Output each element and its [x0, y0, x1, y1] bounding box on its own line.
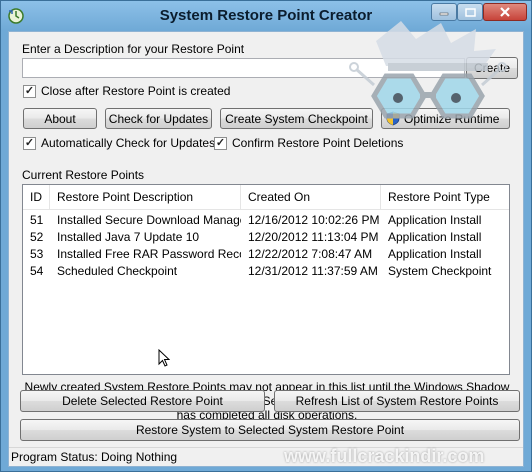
column-header-description[interactable]: Restore Point Description	[50, 185, 241, 210]
table-row[interactable]: 52 Installed Java 7 Update 10 12/20/2012…	[23, 229, 509, 246]
cell-type: Application Install	[388, 213, 482, 227]
list-header: ID Restore Point Description Created On …	[23, 185, 509, 210]
shield-icon	[386, 111, 400, 126]
refresh-list-button[interactable]: Refresh List of System Restore Points	[274, 390, 520, 412]
cell-description: Scheduled Checkpoint	[57, 264, 178, 278]
minimize-button[interactable]	[431, 3, 457, 21]
cell-id: 52	[30, 230, 44, 244]
optimize-runtime-label: Optimize Runtime	[404, 111, 500, 126]
cell-created-on: 12/20/2012 11:13:04 PM	[248, 230, 379, 244]
cell-description: Installed Secure Download Manager	[57, 213, 241, 227]
status-value: Doing Nothing	[101, 450, 178, 464]
close-after-checkbox[interactable]: ✓ Close after Restore Point is created	[23, 84, 230, 98]
table-row[interactable]: 51 Installed Secure Download Manager 12/…	[23, 212, 509, 229]
delete-restore-point-button[interactable]: Delete Selected Restore Point	[20, 390, 265, 412]
cell-id: 54	[30, 264, 44, 278]
cell-type: Application Install	[388, 247, 482, 261]
mouse-cursor-icon	[158, 349, 170, 367]
app-window: System Restore Point Creator Enter a Des…	[0, 0, 532, 472]
minimize-icon	[439, 12, 449, 16]
cell-id: 51	[30, 213, 44, 227]
client-area: Enter a Description for your Restore Poi…	[8, 31, 524, 467]
checkbox-box[interactable]: ✓	[23, 136, 36, 150]
cell-type: Application Install	[388, 230, 482, 244]
create-checkpoint-button[interactable]: Create System Checkpoint	[220, 108, 373, 129]
checkbox-box[interactable]: ✓	[23, 84, 36, 98]
table-row[interactable]: 54 Scheduled Checkpoint 12/31/2012 11:37…	[23, 263, 509, 280]
column-header-id[interactable]: ID	[23, 185, 50, 210]
close-icon	[500, 7, 510, 17]
maximize-button[interactable]	[457, 3, 483, 21]
column-header-type[interactable]: Restore Point Type	[381, 185, 509, 210]
auto-check-updates-checkbox[interactable]: ✓ Automatically Check for Updates	[23, 136, 215, 150]
auto-check-label: Automatically Check for Updates	[41, 136, 216, 150]
create-button[interactable]: Create	[466, 57, 518, 79]
maximize-icon	[464, 7, 476, 17]
checkbox-box[interactable]: ✓	[214, 136, 227, 150]
confirm-deletions-label: Confirm Restore Point Deletions	[232, 136, 404, 150]
restore-points-label: Current Restore Points	[22, 168, 145, 182]
cell-created-on: 12/16/2012 10:02:26 PM	[248, 213, 380, 227]
optimize-runtime-button[interactable]: Optimize Runtime	[381, 108, 510, 129]
restore-points-list[interactable]: ID Restore Point Description Created On …	[22, 184, 510, 375]
title-bar[interactable]: System Restore Point Creator	[1, 1, 531, 31]
cell-created-on: 12/31/2012 11:37:59 AM	[248, 264, 378, 278]
watermark-text: www.fullcrackindir.com	[284, 446, 485, 466]
table-row[interactable]: 53 Installed Free RAR Password Reco... 1…	[23, 246, 509, 263]
description-label: Enter a Description for your Restore Poi…	[22, 42, 245, 56]
status-label: Program Status:	[11, 450, 98, 464]
cell-description: Installed Free RAR Password Reco...	[57, 247, 241, 261]
column-header-created-on[interactable]: Created On	[241, 185, 381, 210]
cell-id: 53	[30, 247, 44, 261]
restore-system-button[interactable]: Restore System to Selected System Restor…	[20, 419, 520, 441]
check-updates-button[interactable]: Check for Updates	[105, 108, 212, 129]
about-button[interactable]: About	[23, 108, 97, 129]
close-after-label: Close after Restore Point is created	[41, 84, 231, 98]
close-button[interactable]	[483, 3, 527, 21]
cell-created-on: 12/22/2012 7:08:47 AM	[248, 247, 373, 261]
cell-description: Installed Java 7 Update 10	[57, 230, 200, 244]
description-input[interactable]	[22, 58, 465, 78]
confirm-deletions-checkbox[interactable]: ✓ Confirm Restore Point Deletions	[214, 136, 403, 150]
cell-type: System Checkpoint	[388, 264, 492, 278]
